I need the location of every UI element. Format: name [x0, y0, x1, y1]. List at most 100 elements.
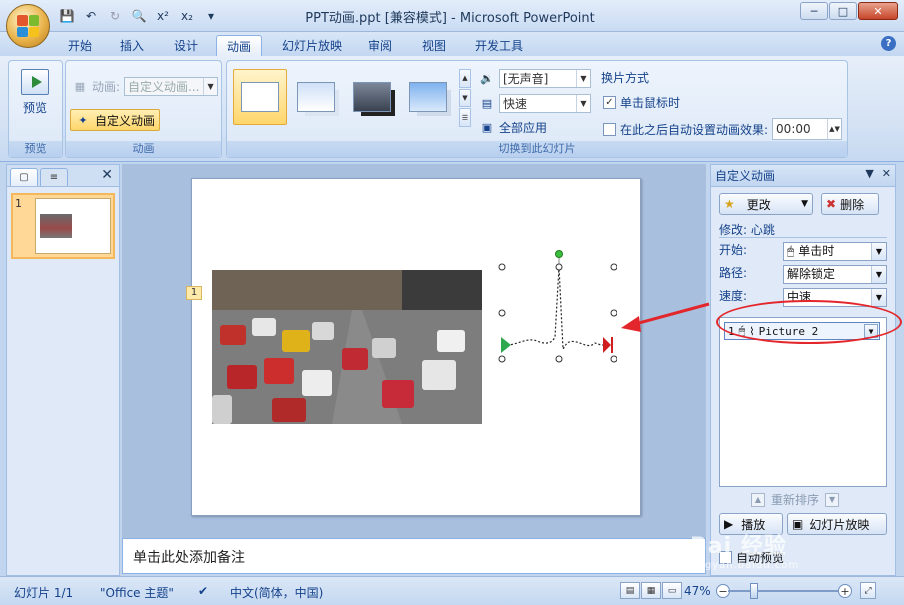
close-button[interactable]: ✕ — [858, 2, 898, 20]
outline-tab[interactable]: ≡ — [40, 168, 68, 186]
maximize-button[interactable]: □ — [829, 2, 857, 20]
after-time-value: 00:00 — [776, 122, 811, 136]
remove-effect-button[interactable]: ✖ 删除 — [821, 193, 879, 215]
speed-label: 速度: — [719, 289, 748, 303]
resize-handle[interactable] — [555, 355, 563, 363]
advance-title-label: 换片方式 — [601, 71, 650, 85]
after-checkbox[interactable] — [603, 122, 616, 136]
animation-list[interactable]: 1 🖱 ⌇ Picture 2 ▼ — [719, 317, 887, 487]
language[interactable]: 中文(简体，中国) — [230, 584, 323, 601]
on-click-checkbox[interactable]: ✓ — [603, 96, 616, 109]
resize-handle[interactable] — [555, 263, 563, 271]
traffic-photo[interactable] — [212, 270, 482, 424]
mouse-icon: 🖱 — [738, 324, 746, 337]
gallery-scroll: ▲ ▼ ☰ — [459, 69, 471, 128]
after-time-input[interactable]: 00:00 ▲▼ — [772, 118, 843, 140]
animation-list-item[interactable]: 1 🖱 ⌇ Picture 2 ▼ — [724, 322, 880, 340]
apply-all-button[interactable]: ▣ 全部应用 — [479, 119, 547, 136]
transition-none[interactable] — [233, 69, 287, 125]
slideshow-view-icon[interactable]: ▭ — [662, 582, 682, 599]
start-combo[interactable]: 🖱 单击时 ▼ — [783, 242, 887, 261]
animation-order-marker[interactable]: 1 — [186, 286, 202, 300]
close-icon[interactable]: ✕ — [882, 167, 891, 180]
item-index: 1 — [728, 324, 735, 338]
custom-animation-pane: 自定义动画 ▼ ✕ ★ 更改 ▼ ✖ 删除 修改: 心跳 开始: 🖱 单击时 ▼ … — [710, 164, 896, 576]
undo-icon[interactable]: ↶ — [82, 7, 100, 25]
transition-speed-combo[interactable]: 快速 ▼ — [499, 94, 591, 113]
change-effect-button[interactable]: ★ 更改 ▼ — [719, 193, 813, 215]
move-down-icon[interactable]: ▼ — [825, 492, 840, 507]
rotation-handle[interactable] — [555, 250, 563, 258]
sound-combo[interactable]: [无声音] ▼ — [499, 69, 591, 88]
help-icon[interactable]: ? — [881, 36, 896, 51]
reorder-controls: ▲ 重新排序 ▼ — [751, 491, 840, 508]
speed-combo[interactable]: 中速 ▼ — [783, 288, 887, 307]
tab-design[interactable]: 设计 — [164, 35, 208, 56]
transition-thumb — [297, 82, 335, 112]
sound-row: 🔉 [无声音] ▼ — [479, 69, 591, 88]
save-icon[interactable]: 💾 — [58, 7, 76, 25]
preview-button[interactable]: 预览 — [21, 69, 49, 116]
tab-review[interactable]: 审阅 — [358, 35, 402, 56]
after-row: 在此之后自动设置动画效果: 00:00 ▲▼ — [603, 118, 843, 140]
zoom-slider[interactable] — [728, 590, 838, 592]
zoom-level[interactable]: 47% — [684, 584, 711, 598]
slide-sorter-icon[interactable]: ▦ — [641, 582, 661, 599]
chevron-down-icon: ▼ — [871, 243, 886, 260]
motion-path[interactable] — [497, 247, 617, 367]
gallery-more-icon[interactable]: ☰ — [459, 108, 471, 128]
annotation-arrow — [621, 302, 710, 332]
pane-menu-icon[interactable]: ▼ — [865, 167, 873, 180]
tab-animations[interactable]: 动画 — [216, 35, 263, 56]
zoom-in-icon[interactable]: + — [838, 584, 852, 598]
chevron-down-icon: ▼ — [871, 289, 886, 306]
resize-handle[interactable] — [498, 263, 506, 271]
tab-insert[interactable]: 插入 — [110, 35, 154, 56]
divider — [719, 237, 887, 238]
tab-slideshow[interactable]: 幻灯片放映 — [272, 35, 352, 56]
custom-animation-title: 自定义动画 — [715, 169, 776, 183]
animate-combo[interactable]: 自定义动画... ▼ — [124, 77, 219, 96]
transition-fade[interactable] — [289, 69, 343, 125]
notes-pane[interactable]: 单击此处添加备注 — [122, 538, 706, 574]
resize-handle[interactable] — [610, 355, 617, 363]
customize-qat-icon[interactable]: ▾ — [202, 7, 220, 25]
slide-canvas[interactable]: 1 — [186, 178, 641, 516]
zoom-slider-thumb[interactable] — [750, 583, 758, 599]
tab-home[interactable]: 开始 — [58, 35, 102, 56]
move-up-icon[interactable]: ▲ — [751, 492, 765, 507]
custom-animation-label: 自定义动画 — [95, 113, 156, 128]
tab-developer[interactable]: 开发工具 — [465, 35, 533, 56]
custom-animation-icon: ✦ — [78, 113, 88, 127]
spelling-icon[interactable]: ✔ — [198, 584, 208, 598]
gallery-up-icon[interactable]: ▲ — [459, 69, 471, 88]
print-preview-icon[interactable]: 🔍 — [130, 7, 148, 25]
redo-icon[interactable]: ↻ — [106, 7, 124, 25]
normal-view-icon[interactable]: ▤ — [620, 582, 640, 599]
resize-handle[interactable] — [610, 263, 617, 271]
window-title: PPT动画.ppt [兼容模式] - Microsoft PowerPoint — [305, 11, 595, 26]
custom-animation-button[interactable]: ✦ 自定义动画 — [70, 109, 161, 131]
subscript-icon[interactable]: x₂ — [178, 7, 196, 25]
tab-view[interactable]: 视图 — [412, 35, 456, 56]
gallery-down-icon[interactable]: ▼ — [459, 88, 471, 108]
slide-thumbnail[interactable]: 1 — [11, 193, 115, 259]
slideshow-button[interactable]: ▣ 幻灯片放映 — [787, 513, 887, 535]
slides-tab[interactable]: ▢ — [10, 168, 38, 186]
resize-handle[interactable] — [498, 309, 506, 317]
spin-icon[interactable]: ▲▼ — [827, 119, 841, 139]
transition-cut[interactable] — [401, 69, 455, 125]
superscript-icon[interactable]: x² — [154, 7, 172, 25]
office-button[interactable] — [6, 4, 50, 48]
resize-handle[interactable] — [498, 355, 506, 363]
animate-combo-value: 自定义动画... — [128, 80, 200, 94]
path-combo[interactable]: 解除锁定 ▼ — [783, 265, 887, 284]
reorder-label: 重新排序 — [771, 493, 820, 507]
fit-window-icon[interactable]: ⤢ — [860, 582, 876, 599]
ribbon-tabs: 开始 插入 设计 动画 幻灯片放映 审阅 视图 开发工具 ? — [0, 32, 904, 56]
remove-label: 删除 — [840, 197, 865, 212]
close-icon[interactable]: ✕ — [101, 167, 113, 183]
chevron-down-icon[interactable]: ▼ — [864, 324, 878, 338]
transition-fade-black[interactable] — [345, 69, 399, 125]
minimize-button[interactable]: ─ — [800, 2, 828, 20]
